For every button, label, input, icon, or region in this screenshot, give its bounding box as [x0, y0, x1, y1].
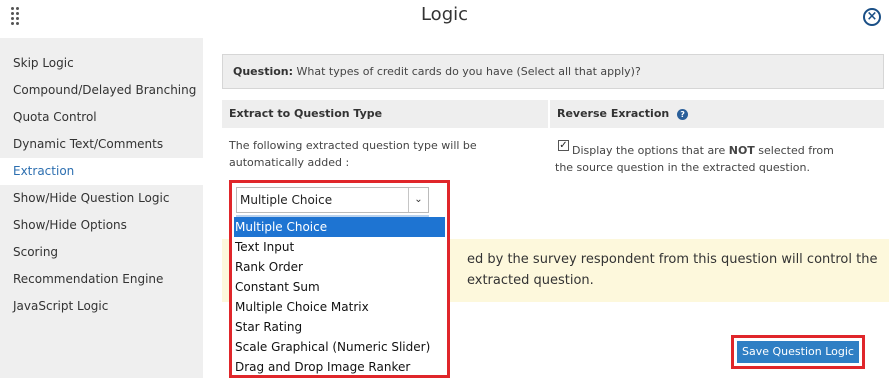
option-drag-drop-image-ranker[interactable]: Drag and Drop Image Ranker — [234, 357, 445, 377]
sidebar-item-javascript-logic[interactable]: JavaScript Logic — [0, 293, 203, 320]
warning-line1: ed by the survey respondent from this qu… — [467, 252, 878, 267]
sidebar-item-recommendation-engine[interactable]: Recommendation Engine — [0, 266, 203, 293]
reverse-description: Display the options that are NOT selecte… — [555, 142, 855, 176]
save-button-highlight: Save Question Logic — [731, 335, 865, 369]
option-constant-sum[interactable]: Constant Sum — [234, 277, 445, 297]
extract-description: The following extracted question type wi… — [229, 137, 529, 171]
sidebar-item-extraction[interactable]: Extraction — [0, 158, 203, 185]
question-type-dropdown-highlight: Multiple Choice ⌄ Multiple Choice Text I… — [229, 180, 450, 378]
sidebar-item-show-hide-options[interactable]: Show/Hide Options — [0, 212, 203, 239]
dialog-title: Logic — [420, 4, 469, 25]
reverse-description-bold: NOT — [728, 144, 755, 157]
dialog-titlebar: Logic × — [0, 0, 889, 36]
question-label: Question: — [233, 65, 294, 78]
sidebar-item-skip-logic[interactable]: Skip Logic — [0, 50, 203, 77]
sidebar-item-scoring[interactable]: Scoring — [0, 239, 203, 266]
extract-description-line2: automatically added : — [229, 156, 350, 169]
option-multiple-choice[interactable]: Multiple Choice — [234, 217, 445, 237]
question-text: What types of credit cards do you have (… — [296, 65, 641, 78]
option-scale-graphical[interactable]: Scale Graphical (Numeric Slider) — [234, 337, 445, 357]
reverse-description-before: Display the options that are — [572, 144, 729, 157]
question-type-select-value: Multiple Choice — [240, 193, 333, 207]
reverse-header: Reverse Exraction ? — [550, 100, 884, 128]
sidebar-item-quota-control[interactable]: Quota Control — [0, 104, 203, 131]
sidebar-item-show-hide-question-logic[interactable]: Show/Hide Question Logic — [0, 185, 203, 212]
extract-header: Extract to Question Type — [222, 100, 548, 128]
option-star-rating[interactable]: Star Rating — [234, 317, 445, 337]
close-icon[interactable]: × — [863, 8, 881, 26]
sidebar: Skip Logic Compound/Delayed Branching Qu… — [0, 38, 203, 378]
reverse-extraction-checkbox[interactable]: ✓ — [558, 140, 569, 151]
question-type-select[interactable]: Multiple Choice ⌄ — [236, 187, 429, 213]
help-icon[interactable]: ? — [677, 109, 689, 120]
question-type-listbox: Multiple Choice Text Input Rank Order Co… — [234, 217, 445, 375]
sidebar-item-compound-delayed-branching[interactable]: Compound/Delayed Branching — [0, 77, 203, 104]
option-multiple-choice-matrix[interactable]: Multiple Choice Matrix — [234, 297, 445, 317]
reverse-header-label: Reverse Exraction — [557, 107, 670, 120]
warning-line2: extracted question. — [467, 273, 594, 288]
extract-description-line1: The following extracted question type wi… — [229, 139, 477, 152]
option-text-input[interactable]: Text Input — [234, 237, 445, 257]
chevron-down-icon[interactable]: ⌄ — [408, 188, 428, 212]
sidebar-item-dynamic-text-comments[interactable]: Dynamic Text/Comments — [0, 131, 203, 158]
save-question-logic-button[interactable]: Save Question Logic — [737, 341, 859, 363]
question-box: Question: What types of credit cards do … — [222, 54, 884, 89]
option-rank-order[interactable]: Rank Order — [234, 257, 445, 277]
